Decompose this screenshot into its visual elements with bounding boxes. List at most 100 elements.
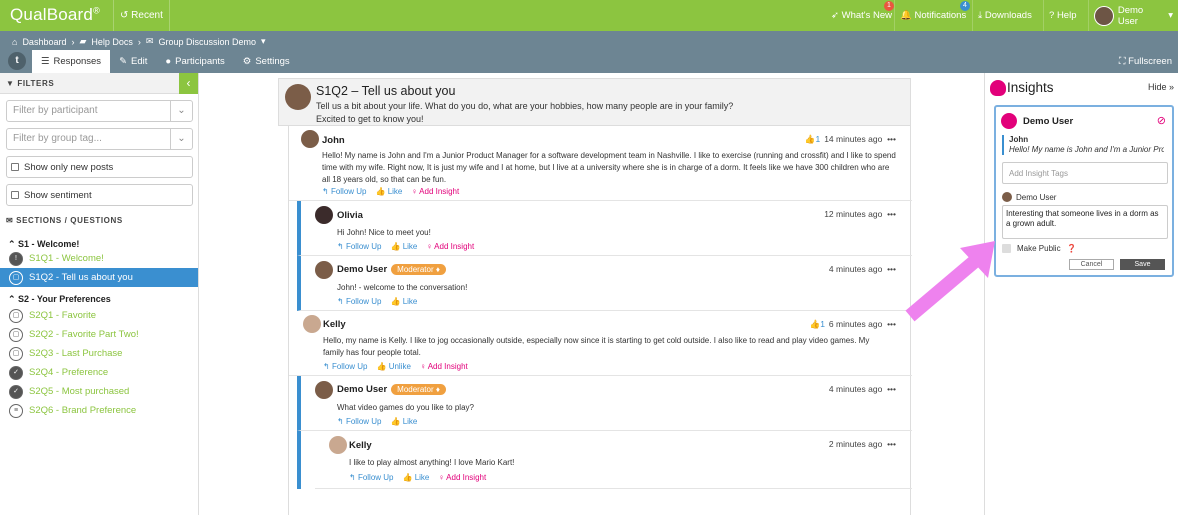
- user-menu[interactable]: Demo User ▾: [1088, 0, 1178, 31]
- fullscreen-button[interactable]: ⛶ Fullscreen: [1119, 56, 1172, 67]
- question-s2q5[interactable]: ✓ S2Q5 - Most purchased: [0, 382, 198, 401]
- like-button[interactable]: 👍 Like: [403, 473, 430, 482]
- help-button[interactable]: ? Help: [1043, 0, 1081, 31]
- reply-demo-user-2: Demo User Moderator ♦ 4 minutes ago ••• W…: [297, 376, 912, 431]
- tab-settings[interactable]: ⚙ Settings: [234, 50, 299, 73]
- avatar: [303, 315, 321, 333]
- caret-down-icon: ▾: [1165, 10, 1173, 21]
- question-card: S1Q2 – Tell us about you Tell us a bit a…: [278, 78, 911, 126]
- tab-participants[interactable]: ● Participants: [156, 50, 233, 73]
- rocket-icon: ➶: [831, 10, 842, 21]
- notifications-button[interactable]: 🔔 Notifications 4: [894, 0, 971, 31]
- group-tag-filter[interactable]: Filter by group tag... ⌄: [6, 128, 193, 150]
- add-insight-button[interactable]: ♀ Add Insight: [438, 473, 486, 482]
- bell-icon: 🔔: [900, 10, 915, 21]
- only-new-posts-checkbox[interactable]: Show only new posts: [6, 156, 193, 178]
- mic-icon: ♦: [435, 265, 440, 274]
- more-options-icon[interactable]: •••: [887, 134, 896, 144]
- chevron-down-icon: ⌄: [170, 101, 192, 121]
- insight-card: Demo User ⊘ John Hello! My name is John …: [994, 105, 1174, 277]
- add-insight-button[interactable]: ♀ Add Insight: [411, 187, 459, 196]
- follow-up-button[interactable]: ↰ Follow Up: [337, 417, 382, 426]
- chevron-up-icon: ⌃: [8, 239, 19, 249]
- hide-insights-button[interactable]: Hide »: [1148, 82, 1174, 92]
- response-kelly: Kelly 👍1 6 minutes ago ••• Hello, my name…: [289, 311, 912, 376]
- check-circle-icon: ✓: [9, 384, 23, 399]
- breadcrumb-discussion[interactable]: Group Discussion Demo: [158, 37, 256, 47]
- more-options-icon[interactable]: •••: [887, 264, 896, 274]
- follow-up-button[interactable]: ↰ Follow Up: [323, 362, 368, 371]
- post-meta: 👍1 6 minutes ago •••: [809, 319, 896, 329]
- like-button[interactable]: 👍 Like: [391, 297, 418, 306]
- action-row: ↰ Follow Up 👍 Like: [337, 417, 417, 426]
- more-options-icon[interactable]: •••: [887, 439, 896, 449]
- like-button[interactable]: 👍 Like: [391, 242, 418, 251]
- tab-responses[interactable]: ☰ Responses: [32, 50, 111, 73]
- more-options-icon[interactable]: •••: [887, 209, 896, 219]
- filters-header: ▼ FILTERS: [0, 73, 198, 94]
- author-name[interactable]: John: [322, 135, 345, 146]
- add-insight-button[interactable]: ♀ Add Insight: [420, 362, 468, 371]
- insight-comment-textarea[interactable]: Interesting that someone lives in a dorm…: [1002, 205, 1168, 239]
- question-s1q1[interactable]: ! S1Q1 - Welcome!: [0, 249, 198, 268]
- eye-slash-icon[interactable]: ⊘: [1157, 114, 1166, 127]
- response-text: Hello! My name is John and I'm a Junior …: [322, 151, 896, 184]
- sub-bar: ⌂ Dashboard › ▰ Help Docs › ✉ Group Disc…: [0, 31, 1178, 73]
- thread-line: [297, 431, 301, 489]
- follow-up-button[interactable]: ↰ Follow Up: [322, 187, 367, 196]
- comment-author: Demo User: [1002, 192, 1056, 202]
- author-name[interactable]: Demo User Moderator ♦: [337, 384, 446, 395]
- post-meta: 2 minutes ago •••: [828, 439, 896, 449]
- add-insight-button[interactable]: ♀ Add Insight: [426, 242, 474, 251]
- participant-filter[interactable]: Filter by participant ⌄: [6, 100, 193, 122]
- action-row: ↰ Follow Up 👍 Unlike ♀ Add Insight: [323, 362, 468, 371]
- thumbs-up-icon: 👍1: [804, 134, 821, 144]
- list-icon: ≡: [9, 403, 23, 418]
- like-button[interactable]: 👍 Like: [376, 187, 403, 196]
- more-options-icon[interactable]: •••: [887, 384, 896, 394]
- question-s2q4[interactable]: ✓ S2Q4 - Preference: [0, 363, 198, 382]
- action-row: ↰ Follow Up 👍 Like ♀ Add Insight: [322, 187, 459, 196]
- section-s2[interactable]: ⌃ S2 - Your Preferences: [8, 294, 111, 305]
- question-text: Tell us a bit about your life. What do y…: [316, 101, 734, 124]
- downloads-button[interactable]: ⤓ Downloads: [972, 0, 1037, 31]
- whats-new-button[interactable]: ➶ What's New 1: [826, 0, 897, 31]
- chevron-down-icon: ⌄: [170, 129, 192, 149]
- make-public-toggle[interactable]: Make Public ❓: [1002, 244, 1077, 253]
- thumbs-up-icon: 👍1: [809, 319, 825, 329]
- author-name[interactable]: Kelly: [323, 319, 346, 330]
- author-name[interactable]: Olivia: [337, 210, 363, 221]
- double-chevron-right-icon: »: [1168, 82, 1174, 92]
- more-options-icon[interactable]: •••: [887, 319, 896, 329]
- response-text: What video games do you like to play?: [337, 403, 474, 412]
- author-name[interactable]: Kelly: [349, 440, 372, 451]
- post-meta: 12 minutes ago •••: [824, 209, 896, 219]
- question-s2q3[interactable]: ▢ S2Q3 - Last Purchase: [0, 344, 198, 363]
- question-s2q2[interactable]: ▢ S2Q2 - Favorite Part Two!: [0, 325, 198, 344]
- moderator-avatar: [285, 84, 311, 110]
- question-s1q2[interactable]: ▢ S1Q2 - Tell us about you: [0, 268, 198, 287]
- follow-up-button[interactable]: ↰ Follow Up: [337, 297, 382, 306]
- avatar: [315, 261, 333, 279]
- reply-olivia: Olivia 12 minutes ago ••• Hi John! Nice …: [297, 201, 912, 256]
- cancel-button[interactable]: Cancel: [1069, 259, 1114, 270]
- show-sentiment-checkbox[interactable]: Show sentiment: [6, 184, 193, 206]
- breadcrumb-help-docs[interactable]: Help Docs: [91, 37, 133, 47]
- tab-bar: t ☰ Responses ✎ Edit ● Participants ⚙ Settin…: [0, 50, 299, 73]
- breadcrumb-dashboard[interactable]: Dashboard: [22, 37, 66, 47]
- follow-up-button[interactable]: ↰ Follow Up: [349, 473, 394, 482]
- insight-tags-input[interactable]: Add Insight Tags: [1002, 162, 1168, 184]
- unlike-button[interactable]: 👍 Unlike: [377, 362, 411, 371]
- avatar: [315, 381, 333, 399]
- author-name[interactable]: Demo User Moderator ♦: [337, 264, 446, 275]
- like-button[interactable]: 👍 Like: [391, 417, 418, 426]
- save-button[interactable]: Save: [1120, 259, 1165, 270]
- follow-up-button[interactable]: ↰ Follow Up: [337, 242, 382, 251]
- tab-edit[interactable]: ✎ Edit: [110, 50, 156, 73]
- collapse-panel-button[interactable]: ‹: [179, 73, 198, 94]
- qualboard-logo[interactable]: QualBoard®: [10, 5, 100, 25]
- question-s2q1[interactable]: ▢ S2Q1 - Favorite: [0, 306, 198, 325]
- question-s2q6[interactable]: ≡ S2Q6 - Brand Preference: [0, 401, 198, 420]
- moderator-badge: Moderator ♦: [391, 264, 446, 275]
- recent-button[interactable]: ↺ Recent: [113, 0, 170, 31]
